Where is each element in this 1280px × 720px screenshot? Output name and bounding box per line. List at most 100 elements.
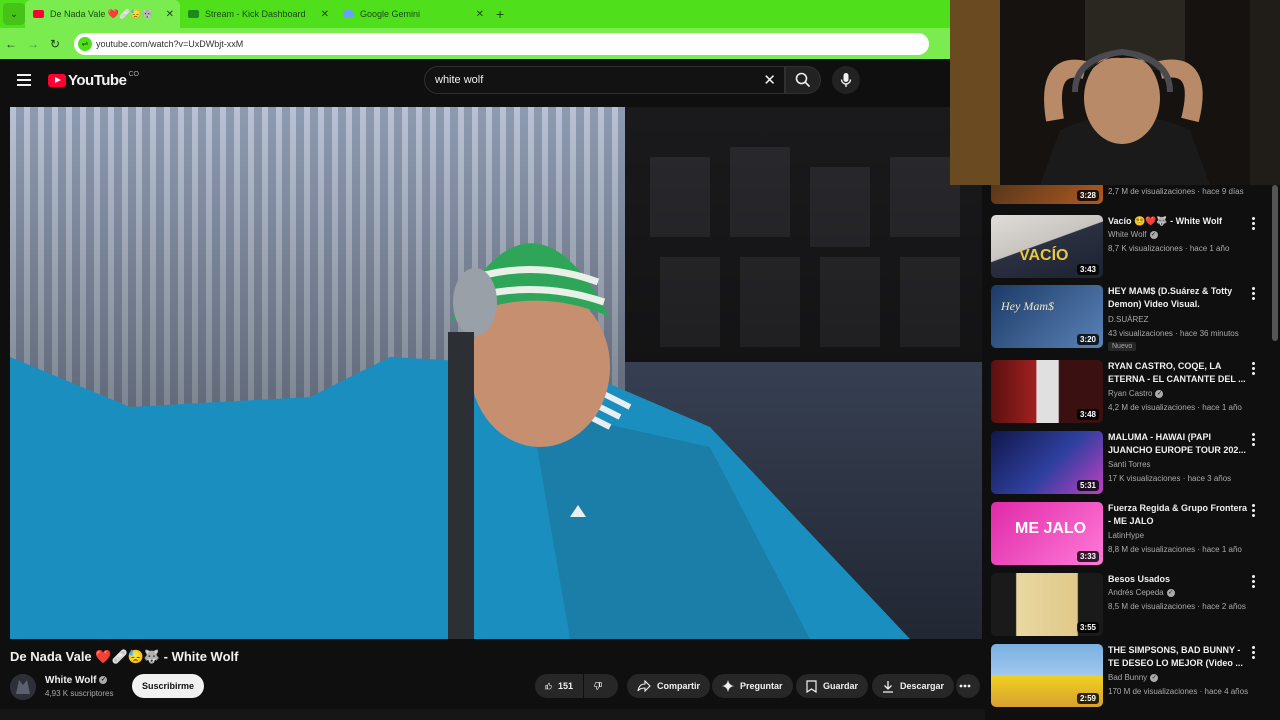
video-thumbnail[interactable]: 3:28 [991,185,1103,204]
more-horizontal-icon [959,684,971,688]
voice-search-button[interactable] [832,66,860,94]
thumbnail-text: ME JALO [1015,520,1087,537]
more-options-icon[interactable] [1252,504,1256,519]
forward-arrow-icon[interactable]: → [22,37,44,51]
video-title[interactable]: THE SIMPSONS, BAD BUNNY - TE DESEO LO ME… [1108,644,1248,670]
channel-name[interactable]: White Wolf ✓ [45,675,108,686]
more-options-icon[interactable] [1252,646,1256,661]
video-title[interactable]: RYAN CASTRO, COQE, LA ETERNA - EL CANTAN… [1108,360,1248,386]
video-thumbnail[interactable]: 5:31 [991,431,1103,494]
tab-close-icon[interactable]: ✕ [166,9,174,20]
youtube-logo[interactable]: YouTube CO [48,71,139,89]
clear-search-icon[interactable]: ✕ [763,71,776,89]
video-thumbnail[interactable]: VACÍO 3:43 [991,215,1103,278]
browser-tab-gemini[interactable]: Google Gemini ✕ [335,0,490,28]
recommendation-item[interactable]: 3:48 RYAN CASTRO, COQE, LA ETERNA - EL C… [990,360,1265,426]
video-thumbnail[interactable]: 3:48 [991,360,1103,423]
video-title[interactable]: Fuerza Regida & Grupo Frontera - ME JALO [1108,502,1248,528]
search-icon [795,72,811,88]
video-title[interactable]: Besos Usados [1108,573,1248,586]
url-field[interactable]: ⇌ youtube.com/watch?v=UxDWbjt-xxM [74,32,929,55]
duration-badge: 3:28 [1076,190,1099,201]
more-options-icon[interactable] [1252,217,1256,232]
channel-name[interactable]: LatinHype [1108,531,1144,540]
view-meta: 4,2 M de visualizaciones · hace 1 año [1108,403,1242,412]
channel-name[interactable]: Bad Bunny ✓ [1108,673,1159,682]
save-button[interactable]: Guardar [796,674,869,698]
subscribe-button[interactable]: Suscribirme [132,674,204,698]
recommendation-item[interactable]: 5:31 MALUMA - HAWAI (PAPI JUANCHO EUROPE… [990,431,1265,497]
more-options-icon[interactable] [1252,287,1256,302]
browser-tab-kick[interactable]: Stream - Kick Dashboard ✕ [180,0,335,28]
site-info-icon[interactable]: ⇌ [78,36,92,51]
logo-text: YouTube [68,72,127,89]
thumbnail-text: Hey Mam$ [1001,299,1054,313]
verified-icon: ✓ [99,676,108,685]
more-options-icon[interactable] [1252,362,1256,377]
channel-avatar[interactable] [10,674,36,700]
subscriber-count: 4,93 K suscriptores [45,689,114,698]
download-button[interactable]: Descargar [872,674,955,698]
video-thumbnail[interactable]: ME JALO 3:33 [991,502,1103,565]
channel-name[interactable]: White Wolf ✓ [1108,230,1158,239]
video-thumbnail[interactable]: 2:59 [991,644,1103,707]
new-badge: Nuevo [1108,342,1137,351]
verified-icon: ✓ [1155,389,1164,398]
webcam-frame [950,0,1280,185]
sidebar-scrollbar[interactable] [1272,185,1278,341]
video-title: De Nada Vale ❤️🩹😓🐺 - White Wolf [10,649,239,664]
channel-name[interactable]: Santi Torres [1108,460,1151,469]
download-icon [883,680,893,693]
video-title[interactable]: Vacío 😵‍💫❤️🐺 - White Wolf [1108,215,1248,228]
more-options-icon[interactable] [1252,433,1256,448]
like-count: 151 [557,681,573,691]
browser-tab-youtube[interactable]: De Nada Vale ❤️🩹😓🐺 ✕ [25,0,180,28]
recommendation-item[interactable]: Hey Mam$ 3:20 HEY MAM$ (D.Suárez & Totty… [990,285,1265,351]
recommendation-item[interactable]: 3:55 Besos Usados Andrés Cepeda ✓ 8,5 M d… [990,573,1265,639]
bookmark-icon [806,679,817,693]
thumbnail-text: VACÍO [1019,247,1069,264]
recommendation-item[interactable]: 2:59 THE SIMPSONS, BAD BUNNY - TE DESEO … [990,644,1265,710]
video-title[interactable]: HEY MAM$ (D.Suárez & Totty Demon) Video … [1108,285,1248,311]
view-meta: 8,5 M de visualizaciones · hace 2 años [1108,602,1246,611]
tab-close-icon[interactable]: ✕ [476,9,484,20]
thumbs-down-icon [594,682,602,690]
search-input[interactable]: white wolf ✕ [424,66,785,94]
view-meta: 8,7 K visualizaciones · hace 1 año [1108,244,1230,253]
duration-badge: 3:20 [1076,334,1099,345]
address-bar: ← → ↻ ⇌ youtube.com/watch?v=UxDWbjt-xxM [0,28,950,59]
kick-favicon-icon [188,10,199,18]
view-meta: 170 M de visualizaciones · hace 4 años [1108,687,1249,696]
channel-name[interactable]: Andrés Cepeda ✓ [1108,588,1175,597]
video-player[interactable] [10,107,982,639]
view-meta: 8,8 M de visualizaciones · hace 1 año [1108,545,1242,554]
like-button[interactable]: 151 [535,674,583,698]
video-thumbnail[interactable]: 3:55 [991,573,1103,636]
video-thumbnail[interactable]: Hey Mam$ 3:20 [991,285,1103,348]
recommendations-sidebar: 3:28 2,7 M de visualizaciones · hace 9 d… [990,185,1265,720]
new-tab-icon[interactable]: + [496,6,504,22]
channel-name[interactable]: D.SUÁREZ [1108,315,1148,324]
back-arrow-icon[interactable]: ← [0,37,22,51]
view-meta: 2,7 M de visualizaciones · hace 9 días [1108,187,1244,196]
youtube-play-icon [48,74,66,87]
search-query: white wolf [435,74,484,86]
more-options-icon[interactable] [1252,575,1256,590]
channel-name[interactable]: Ryan Castro ✓ [1108,389,1164,398]
recommendation-item[interactable]: VACÍO 3:43 Vacío 😵‍💫❤️🐺 - White Wolf Whi… [990,215,1265,281]
duration-badge: 3:48 [1076,409,1099,420]
dislike-button[interactable] [584,674,618,698]
video-title[interactable]: MALUMA - HAWAI (PAPI JUANCHO EUROPE TOUR… [1108,431,1248,457]
tab-close-icon[interactable]: ✕ [321,9,329,20]
recommendation-item[interactable]: 3:28 2,7 M de visualizaciones · hace 9 d… [990,185,1265,207]
more-actions-button[interactable] [956,674,980,698]
share-button[interactable]: Compartir [627,674,711,698]
tab-search-icon[interactable]: ⌄ [3,3,25,25]
reload-icon[interactable]: ↻ [44,37,66,51]
gemini-favicon-icon [343,10,354,18]
youtube-header: YouTube CO white wolf ✕ [0,59,950,105]
search-button[interactable] [785,66,821,94]
ask-button[interactable]: Preguntar [712,674,793,698]
menu-icon[interactable] [17,74,31,86]
recommendation-item[interactable]: ME JALO 3:33 Fuerza Regida & Grupo Front… [990,502,1265,568]
